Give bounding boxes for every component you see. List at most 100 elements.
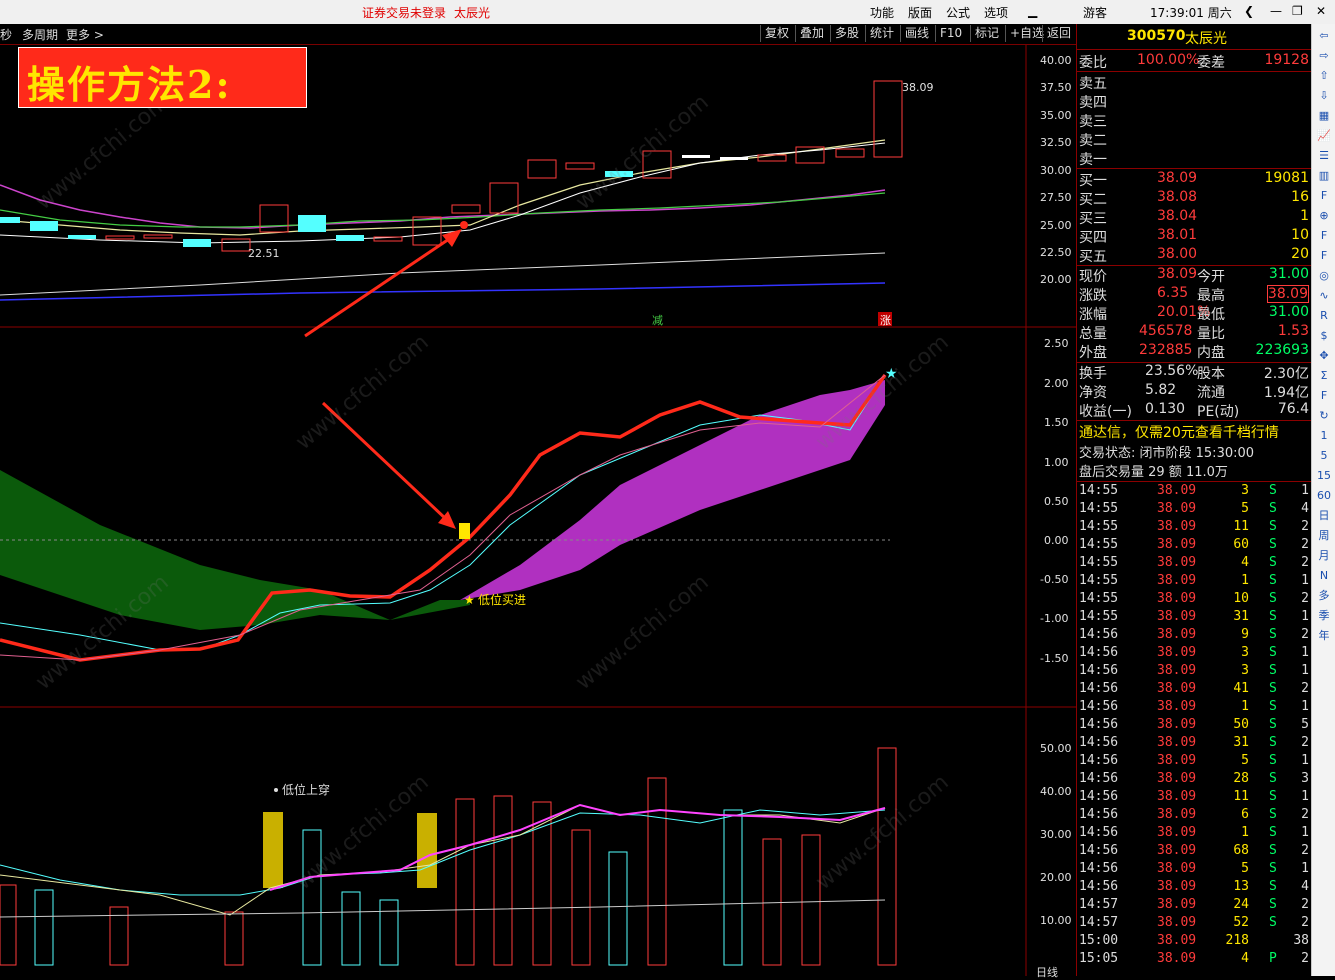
- refresh-icon[interactable]: ↻: [1315, 408, 1333, 424]
- btn-draw-line[interactable]: 画线: [900, 25, 933, 42]
- tick-side: P: [1269, 951, 1277, 966]
- tick-price: 38.09: [1157, 861, 1197, 876]
- stat2-value: 23.56%: [1145, 363, 1199, 379]
- list-icon[interactable]: ☰: [1315, 148, 1333, 164]
- tick-count: 1: [1301, 789, 1309, 804]
- tick-volume: 5: [1241, 753, 1249, 768]
- period-23[interactable]: 60: [1315, 488, 1333, 504]
- y-tick: 30.00: [1040, 164, 1072, 177]
- chart-area[interactable]: 38.09 22.51 减 涨 ★ 低位买进 ★ 低位上穿: [0, 45, 1076, 976]
- ma-yellow-line: [0, 139, 886, 236]
- tick-price: 38.09: [1157, 537, 1197, 552]
- y-tick: 20.00: [1040, 871, 1072, 884]
- menu-formula[interactable]: 公式: [946, 4, 970, 21]
- period-30[interactable]: 年: [1315, 628, 1333, 644]
- forward-icon[interactable]: ⇨: [1315, 48, 1333, 64]
- menu-layout[interactable]: 版面: [908, 4, 932, 21]
- btn-mark[interactable]: 标记: [970, 25, 1003, 42]
- tick-time: 14:57: [1079, 897, 1119, 912]
- tick-price: 38.09: [1157, 717, 1197, 732]
- f11-icon[interactable]: F: [1315, 248, 1333, 264]
- circle-icon[interactable]: ◎: [1315, 268, 1333, 284]
- tick-side: S: [1269, 861, 1277, 876]
- window-close-icon[interactable]: ✕: [1316, 4, 1326, 18]
- y-tick: 27.50: [1040, 191, 1072, 204]
- btn-statistics[interactable]: 统计: [865, 25, 898, 42]
- stat-value: 38.09: [1157, 266, 1198, 282]
- rsi-icon[interactable]: R: [1315, 308, 1333, 324]
- period-24[interactable]: 日: [1315, 508, 1333, 524]
- tick-time: 14:56: [1079, 735, 1119, 750]
- tick-side: S: [1269, 519, 1277, 534]
- btn-restore-rights[interactable]: 复权: [760, 25, 793, 42]
- period-20[interactable]: 1: [1315, 428, 1333, 444]
- vol-magenta-line: [269, 803, 886, 891]
- menu-options[interactable]: 选项: [984, 4, 1008, 21]
- tick-volume: 24: [1233, 897, 1249, 912]
- tick-price: 38.09: [1157, 663, 1197, 678]
- y-tick: 30.00: [1040, 828, 1072, 841]
- buy-label: 买三: [1079, 211, 1107, 227]
- tick-time: 14:56: [1079, 861, 1119, 876]
- title-bar: 证券交易未登录 太辰光 功能 版面 公式 选项 ▁ 游客 17:39:01 周六…: [0, 0, 1335, 25]
- period-26[interactable]: 月: [1315, 548, 1333, 564]
- tick-side: S: [1269, 681, 1277, 696]
- user-label[interactable]: 游客: [1083, 4, 1107, 21]
- period-29[interactable]: 季: [1315, 608, 1333, 624]
- move-icon[interactable]: ✥: [1315, 348, 1333, 364]
- tick-side: S: [1269, 717, 1277, 732]
- btn-return[interactable]: 返回: [1042, 25, 1075, 42]
- back-icon[interactable]: ⇦: [1315, 28, 1333, 44]
- buy-point-dot: [460, 221, 468, 229]
- period-21[interactable]: 5: [1315, 448, 1333, 464]
- period-25[interactable]: 周: [1315, 528, 1333, 544]
- zoom-icon[interactable]: ⊕: [1315, 208, 1333, 224]
- tick-count: 1: [1301, 699, 1309, 714]
- f10-icon[interactable]: F: [1315, 188, 1333, 204]
- back-arrow-icon[interactable]: ❮: [1244, 4, 1254, 18]
- notice-text[interactable]: 通达信，仅需20元查看千档行情: [1079, 422, 1279, 442]
- minimize-icon[interactable]: ▁: [1028, 4, 1037, 18]
- f12-icon[interactable]: F: [1315, 228, 1333, 244]
- chart-icon[interactable]: 📈: [1315, 128, 1333, 144]
- sum-icon[interactable]: Σ: [1315, 368, 1333, 384]
- tick-volume: 1: [1241, 825, 1249, 840]
- tick-volume: 41: [1233, 681, 1249, 696]
- bars-icon[interactable]: ▥: [1315, 168, 1333, 184]
- tick-time: 14:55: [1079, 537, 1119, 552]
- btn-f10[interactable]: F10: [935, 25, 966, 42]
- btn-multi-stock[interactable]: 多股: [830, 25, 863, 42]
- after-trade: 盘后交易量 29 额 11.0万: [1079, 465, 1228, 480]
- tick-count: 1: [1301, 645, 1309, 660]
- toolbar-multi-period[interactable]: 多周期: [22, 26, 58, 43]
- menu-function[interactable]: 功能: [870, 4, 894, 21]
- tick-volume: 4: [1241, 555, 1249, 570]
- toolbar-more[interactable]: 更多 >: [66, 26, 104, 43]
- grid-icon[interactable]: ▦: [1315, 108, 1333, 124]
- tick-count: 2: [1301, 915, 1309, 930]
- toolbar-seconds[interactable]: 秒: [0, 26, 12, 43]
- period-tab[interactable]: 日线: [1036, 964, 1058, 980]
- y-tick: 2.50: [1044, 337, 1069, 350]
- buy-label: 买四: [1079, 230, 1107, 246]
- window-min-icon[interactable]: —: [1270, 4, 1282, 18]
- tick-side: S: [1269, 609, 1277, 624]
- money-icon[interactable]: $: [1315, 328, 1333, 344]
- stat-value: 232885: [1139, 342, 1193, 358]
- f5-icon[interactable]: F: [1315, 388, 1333, 404]
- y-tick: 37.50: [1040, 81, 1072, 94]
- up-icon[interactable]: ⇧: [1315, 68, 1333, 84]
- window-max-icon[interactable]: ❐: [1292, 4, 1303, 18]
- period-27[interactable]: N: [1315, 568, 1333, 584]
- period-22[interactable]: 15: [1315, 468, 1333, 484]
- tick-side: S: [1269, 753, 1277, 768]
- sell-2-label: 卖二: [1079, 133, 1107, 149]
- period-28[interactable]: 多: [1315, 588, 1333, 604]
- ma-long-white: [0, 252, 886, 296]
- down-icon[interactable]: ⇩: [1315, 88, 1333, 104]
- diff-label: 委差: [1197, 55, 1225, 71]
- marker-rise: 涨: [880, 314, 891, 327]
- tick-price: 38.09: [1157, 501, 1197, 516]
- btn-overlay[interactable]: 叠加: [795, 25, 828, 42]
- wave-icon[interactable]: ∿: [1315, 288, 1333, 304]
